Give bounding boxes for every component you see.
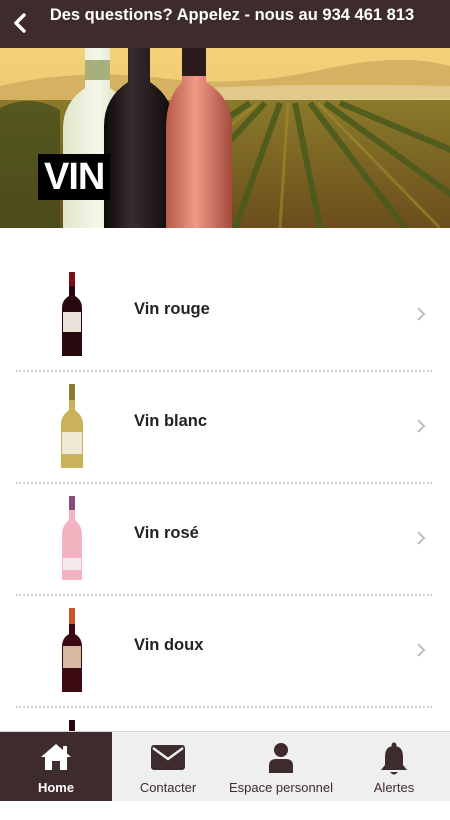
chevron-right-icon	[417, 643, 426, 657]
list-item-rose-wine[interactable]: Vin rosé	[0, 484, 450, 596]
vineyard-image	[0, 48, 450, 228]
list-item-sweet-wine[interactable]: Vin doux	[0, 596, 450, 708]
chevron-left-icon	[14, 13, 26, 33]
bottom-tab-bar: Home Contacter Espace personnel Alertes	[0, 731, 450, 801]
envelope-icon	[151, 745, 185, 770]
chevron-right-icon	[417, 531, 426, 545]
home-icon	[41, 744, 71, 770]
header-title: Des questions? Appelez - nous au 934 461…	[49, 6, 415, 24]
hero-banner: VIN	[0, 48, 450, 228]
tab-label: Alertes	[373, 780, 415, 795]
bell-icon	[381, 742, 407, 775]
tab-personal-space[interactable]: Espace personnel	[224, 732, 338, 801]
red-wine-bottle-icon	[62, 272, 82, 356]
hero-label: VIN	[38, 154, 111, 200]
list-item-label: Vin doux	[134, 636, 204, 654]
tab-contact[interactable]: Contacter	[112, 732, 224, 801]
user-icon	[269, 743, 293, 773]
list-item-red-wine[interactable]: Vin rouge	[0, 260, 450, 372]
list-item-white-wine[interactable]: Vin blanc	[0, 372, 450, 484]
chevron-right-icon	[417, 307, 426, 321]
tab-label: Espace personnel	[228, 780, 334, 795]
header-bar: Des questions? Appelez - nous au 934 461…	[0, 0, 450, 48]
list-item-label: Vin rosé	[134, 524, 199, 542]
chevron-right-icon	[417, 419, 426, 433]
tab-home[interactable]: Home	[0, 732, 112, 801]
list-item-label: Vin blanc	[134, 412, 208, 430]
sweet-wine-bottle-icon	[62, 608, 82, 692]
back-button[interactable]	[8, 10, 32, 36]
tab-label: Contacter	[139, 780, 197, 795]
list-item-label: Vin rouge	[134, 300, 210, 318]
tab-alerts[interactable]: Alertes	[338, 732, 450, 801]
tab-label: Home	[37, 780, 75, 795]
rose-wine-bottle-icon	[62, 496, 82, 580]
white-wine-bottle-icon	[61, 384, 83, 468]
